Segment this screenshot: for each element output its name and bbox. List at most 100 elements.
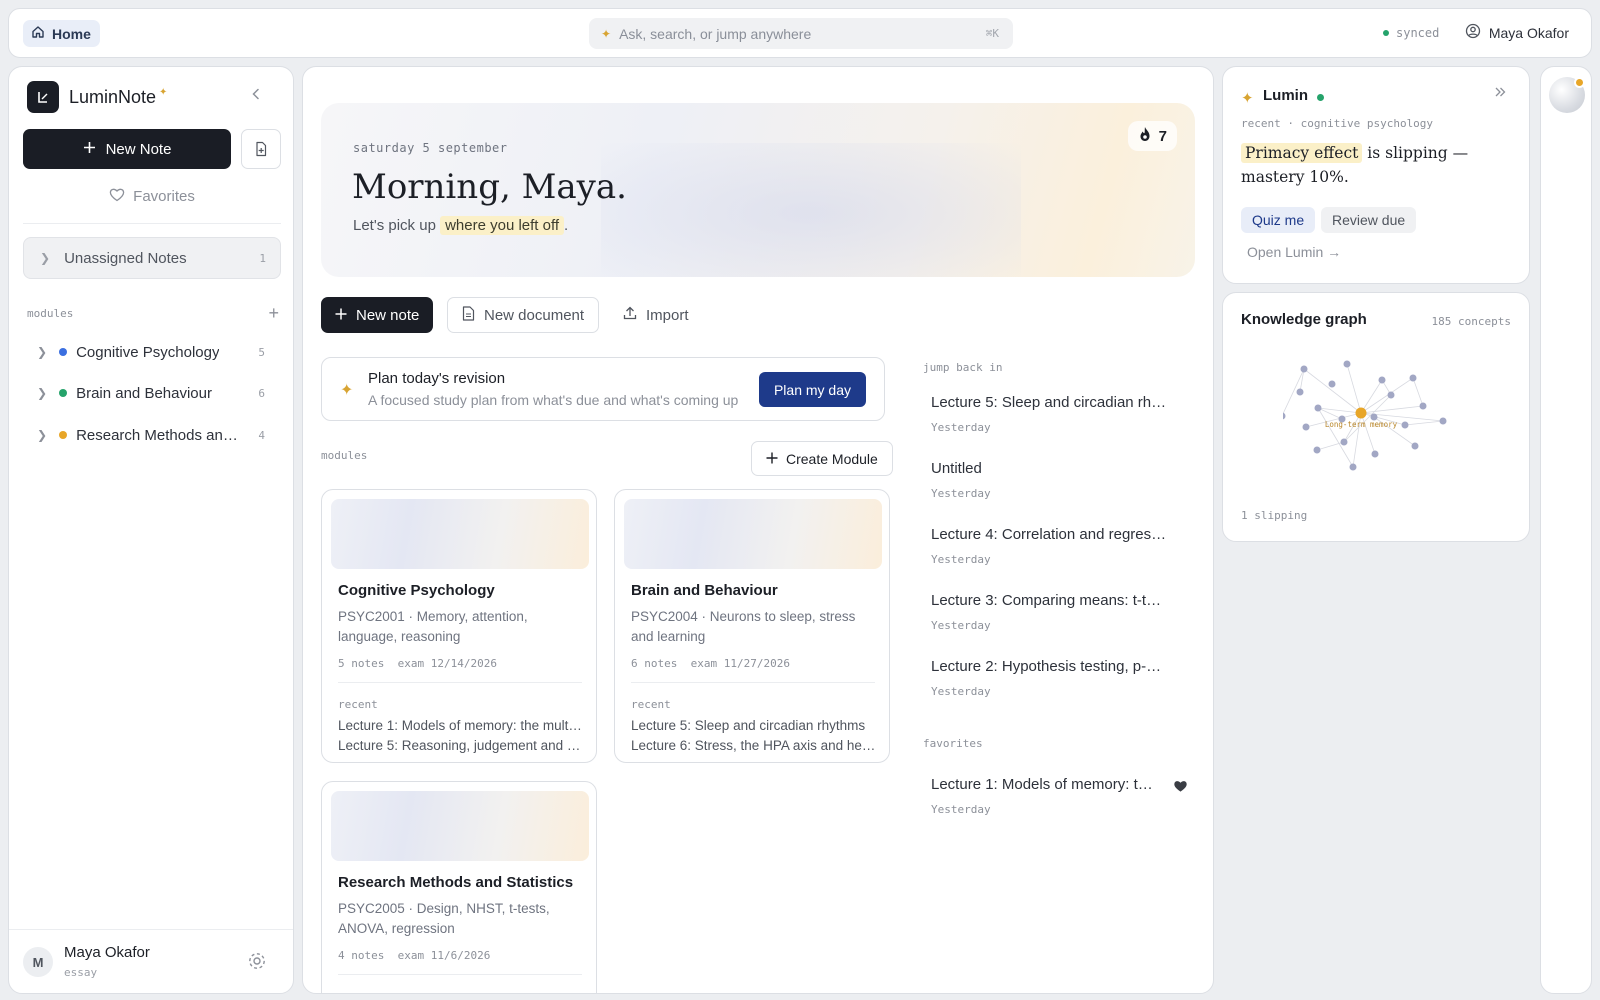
unassigned-label: Unassigned Notes bbox=[64, 249, 187, 267]
favorite-item-title: Lecture 1: Models of memory: the multi-s… bbox=[931, 776, 1157, 793]
module-count: 4 bbox=[258, 428, 265, 442]
new-note-button[interactable]: New Note bbox=[23, 129, 231, 169]
module-title: Cognitive Psychology bbox=[338, 582, 495, 599]
jump-item-time: Yesterday bbox=[931, 619, 991, 632]
jump-back-label: jump back in bbox=[923, 361, 1003, 374]
plus-icon bbox=[766, 451, 778, 467]
jump-item-title: Lecture 5: Sleep and circadian rhythms bbox=[931, 394, 1167, 411]
streak-count: 7 bbox=[1158, 127, 1167, 145]
module-meta: 4 notes exam 11/6/2026 bbox=[338, 949, 490, 962]
plan-title: Plan today's revision bbox=[368, 370, 506, 387]
graph-focus-label: Long-term memory bbox=[1325, 420, 1398, 429]
module-banner bbox=[624, 499, 882, 569]
review-due-button[interactable]: Review due bbox=[1321, 207, 1417, 233]
module-banner bbox=[331, 499, 589, 569]
favorites-link[interactable]: Favorites bbox=[9, 187, 295, 206]
create-module-button[interactable]: Create Module bbox=[751, 441, 893, 476]
module-description: PSYC2001 · Memory, attention, language, … bbox=[338, 609, 528, 644]
plan-revision-card: ✦ Plan today's revision A focused study … bbox=[321, 357, 885, 421]
jump-item-time: Yesterday bbox=[931, 553, 991, 566]
footer-user-name: Maya Okafor bbox=[64, 944, 150, 961]
module-recent-note[interactable]: Lecture 6: Stress, the HPA axis and heal… bbox=[631, 738, 877, 753]
avatar[interactable]: M bbox=[23, 947, 53, 977]
module-notes-count: 5 notes bbox=[338, 657, 385, 670]
sync-label: synced bbox=[1396, 26, 1440, 40]
favorite-item-time: Yesterday bbox=[931, 803, 991, 816]
open-lumin-link[interactable]: Open Lumin → bbox=[1247, 244, 1341, 260]
collapse-sidebar-button[interactable] bbox=[249, 87, 263, 106]
module-label: Cognitive Psychology bbox=[76, 343, 220, 361]
knowledge-graph-count: 185 concepts bbox=[1431, 315, 1511, 328]
expand-icon[interactable] bbox=[1493, 85, 1507, 104]
module-notes-count: 4 notes bbox=[338, 949, 385, 962]
sidebar-item-brain-and-behaviour[interactable]: ❯ Brain and Behaviour 6 bbox=[23, 376, 281, 410]
jump-item-title: Lecture 4: Correlation and regression bbox=[931, 526, 1167, 543]
divider bbox=[631, 682, 875, 683]
flame-icon bbox=[1138, 126, 1152, 146]
sidebar-item-research-methods[interactable]: ❯ Research Methods and Statistics 4 bbox=[23, 418, 281, 452]
list-item[interactable]: Untitled Yesterday bbox=[931, 460, 1181, 500]
new-document-label: New document bbox=[484, 306, 585, 324]
list-item[interactable]: Lecture 4: Correlation and regression Ye… bbox=[931, 526, 1181, 566]
user-menu[interactable]: Maya Okafor bbox=[1465, 23, 1569, 42]
add-module-icon[interactable]: + bbox=[268, 303, 279, 324]
module-count: 6 bbox=[258, 386, 265, 400]
plus-icon bbox=[83, 141, 96, 158]
modules-heading: modules + bbox=[27, 303, 279, 324]
module-recent-label: recent bbox=[338, 698, 378, 711]
hero-subtitle-highlight[interactable]: where you left off bbox=[440, 216, 565, 235]
hero-banner: saturday 5 september Morning, Maya. Let'… bbox=[321, 103, 1195, 277]
lumin-context: recent · cognitive psychology bbox=[1241, 117, 1434, 130]
home-button[interactable]: Home bbox=[23, 20, 100, 47]
list-item[interactable]: Lecture 2: Hypothesis testing, p-values … bbox=[931, 658, 1181, 698]
sparkle-icon: ✦ bbox=[159, 87, 168, 98]
app-brand: LuminNote ✦ bbox=[69, 87, 167, 108]
graph-focus-node bbox=[1355, 407, 1367, 419]
module-title: Brain and Behaviour bbox=[631, 582, 778, 599]
new-note-button[interactable]: New note bbox=[321, 297, 434, 333]
notification-dot-icon bbox=[1574, 77, 1585, 88]
sidebar-item-unassigned-notes[interactable]: ❯ Unassigned Notes 1 bbox=[23, 237, 281, 279]
jump-item-time: Yesterday bbox=[931, 421, 991, 434]
chevron-left-icon bbox=[252, 88, 259, 100]
heart-filled-icon[interactable] bbox=[1173, 779, 1188, 798]
list-item[interactable]: Lecture 5: Sleep and circadian rhythms Y… bbox=[931, 394, 1181, 434]
module-recent-note[interactable]: Lecture 1: Models of memory: the multi-s… bbox=[338, 718, 584, 733]
module-recent-note[interactable]: Lecture 5: Sleep and circadian rhythms bbox=[631, 718, 877, 733]
import-button[interactable]: Import bbox=[609, 297, 703, 333]
lumin-insight-highlight: Primacy effect bbox=[1241, 143, 1363, 163]
knowledge-graph-visual[interactable]: Long-term memory bbox=[1283, 359, 1483, 489]
knowledge-graph-title: Knowledge graph bbox=[1241, 311, 1367, 328]
sidebar-item-cognitive-psychology[interactable]: ❯ Cognitive Psychology 5 bbox=[23, 335, 281, 369]
page-title: Morning, Maya. bbox=[352, 167, 627, 207]
jump-item-title: Untitled bbox=[931, 460, 982, 477]
online-dot-icon bbox=[1317, 94, 1324, 101]
knowledge-graph-footer: 1 slipping bbox=[1241, 509, 1308, 522]
home-icon bbox=[31, 25, 45, 42]
module-count: 5 bbox=[258, 345, 265, 359]
new-document-button[interactable]: New document bbox=[447, 297, 600, 333]
hero-glow bbox=[601, 143, 1021, 277]
search-input[interactable]: ✦ Ask, search, or jump anywhere ⌘K bbox=[589, 18, 1013, 49]
jump-item-title: Lecture 3: Comparing means: t-tests bbox=[931, 592, 1167, 609]
plan-my-day-button[interactable]: Plan my day bbox=[758, 372, 866, 407]
list-item[interactable]: Lecture 3: Comparing means: t-tests Yest… bbox=[931, 592, 1181, 632]
streak-badge[interactable]: 7 bbox=[1127, 121, 1177, 151]
jump-item-time: Yesterday bbox=[931, 685, 991, 698]
module-card-research-methods[interactable]: Research Methods and Statistics PSYC2005… bbox=[321, 781, 597, 993]
settings-button[interactable] bbox=[247, 951, 267, 976]
module-description: PSYC2005 · Design, NHST, t-tests, ANOVA,… bbox=[338, 901, 550, 936]
unassigned-count: 1 bbox=[259, 251, 266, 265]
new-document-button[interactable] bbox=[241, 129, 281, 169]
lumin-insight: Primacy effect is slipping — mastery 10%… bbox=[1241, 141, 1511, 189]
favorites-label: Favorites bbox=[133, 188, 195, 205]
module-card-cognitive-psychology[interactable]: Cognitive Psychology PSYC2001 · Memory, … bbox=[321, 489, 597, 763]
module-recent-note[interactable]: Lecture 5: Reasoning, judgement and deci… bbox=[338, 738, 584, 753]
new-note-label: New note bbox=[356, 306, 420, 324]
home-label: Home bbox=[52, 25, 91, 42]
user-name: Maya Okafor bbox=[1488, 24, 1569, 41]
plus-icon bbox=[335, 307, 347, 324]
favorite-item[interactable]: Lecture 1: Models of memory: the multi-s… bbox=[931, 776, 1181, 816]
quiz-me-button[interactable]: Quiz me bbox=[1241, 207, 1316, 233]
module-card-brain-and-behaviour[interactable]: Brain and Behaviour PSYC2004 · Neurons t… bbox=[614, 489, 890, 763]
